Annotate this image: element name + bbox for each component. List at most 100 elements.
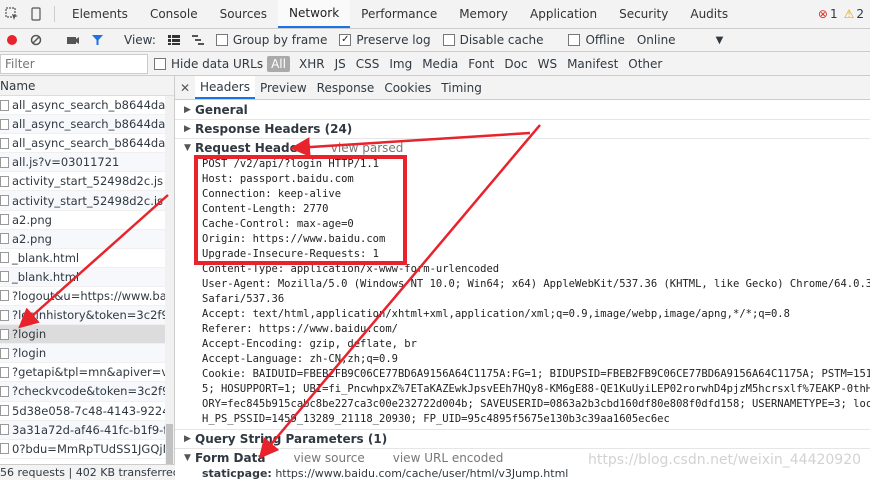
- scrollbar-thumb[interactable]: [166, 424, 173, 464]
- tab-console[interactable]: Console: [139, 0, 209, 28]
- response-headers-section[interactable]: ▶ Response Headers (24): [175, 119, 870, 138]
- tab-security[interactable]: Security: [608, 0, 679, 28]
- filter-type-js[interactable]: JS: [330, 57, 351, 71]
- triangle-down-icon: ▼: [184, 143, 191, 153]
- preserve-log-label: Preserve log: [356, 33, 431, 47]
- request-name: activity_start_52498d2c.js: [12, 174, 164, 189]
- response-headers-title: Response Headers (24): [195, 122, 353, 136]
- filter-type-img[interactable]: Img: [384, 57, 417, 71]
- request-row[interactable]: activity_start_52498d2c.js: [0, 191, 174, 211]
- view-parsed-link[interactable]: view parsed: [331, 141, 404, 155]
- filter-type-ws[interactable]: WS: [533, 57, 562, 71]
- request-row[interactable]: all_async_search_b8644da.js: [0, 96, 174, 116]
- network-toolbar: View: Group by frame ✓ Preserve log Disa…: [0, 29, 870, 52]
- query-string-section[interactable]: ▶ Query String Parameters (1): [175, 429, 870, 448]
- tab-elements[interactable]: Elements: [61, 0, 139, 28]
- filter-type-font[interactable]: Font: [463, 57, 499, 71]
- filter-type-all[interactable]: All: [267, 55, 290, 72]
- tab-timing[interactable]: Timing: [436, 76, 487, 99]
- request-row[interactable]: all.js?v=03011721: [0, 153, 174, 173]
- warning-icon: ⚠: [843, 7, 855, 21]
- tab-headers[interactable]: Headers: [195, 76, 255, 99]
- group-by-frame-checkbox[interactable]: Group by frame: [215, 33, 327, 47]
- request-row[interactable]: ?login: [0, 344, 174, 364]
- screenshot-camera-icon[interactable]: [61, 34, 85, 46]
- request-row[interactable]: _blank.html: [0, 249, 174, 268]
- request-name: ?getapi&tpl=mn&apiver=v3&: [12, 365, 174, 380]
- request-header-line: Accept-Encoding: gzip, deflate, br: [202, 338, 417, 350]
- filter-icon[interactable]: [85, 34, 109, 46]
- request-row[interactable]: all_async_search_b8644da.js: [0, 115, 174, 135]
- hide-data-urls-checkbox[interactable]: Hide data URLs: [154, 57, 263, 71]
- device-toolbar-icon[interactable]: [24, 0, 48, 28]
- view-url-encoded-link[interactable]: view URL encoded: [393, 451, 504, 465]
- form-data-value: https://www.baidu.com/cache/user/html/v3…: [275, 467, 569, 480]
- filter-type-manifest[interactable]: Manifest: [562, 57, 623, 71]
- request-name: _blank.html: [12, 250, 80, 265]
- tab-response[interactable]: Response: [312, 76, 380, 99]
- filter-type-other[interactable]: Other: [623, 57, 667, 71]
- request-header-line: ORY=fec845b915cabc8be227ca3c00e232722d00…: [202, 398, 870, 410]
- tab-audits[interactable]: Audits: [679, 0, 739, 28]
- request-row[interactable]: ?login: [0, 325, 174, 345]
- request-header-line: H_PS_PSSID=1459_13289_21118_20930; FP_UI…: [202, 413, 670, 425]
- file-icon: [0, 156, 9, 168]
- tab-performance[interactable]: Performance: [350, 0, 448, 28]
- filter-type-css[interactable]: CSS: [351, 57, 385, 71]
- filter-bar: Hide data URLs All XHR JS CSS Img Media …: [0, 52, 870, 76]
- general-section[interactable]: ▶ General: [175, 100, 870, 119]
- offline-checkbox[interactable]: Offline: [568, 33, 625, 47]
- record-icon[interactable]: [0, 34, 24, 46]
- form-data-title: Form Data: [195, 451, 266, 465]
- warning-count: 2: [856, 7, 864, 21]
- clear-icon[interactable]: [24, 34, 48, 46]
- tab-memory[interactable]: Memory: [448, 0, 519, 28]
- filter-type-xhr[interactable]: XHR: [294, 57, 330, 71]
- divider: [54, 6, 55, 22]
- request-row[interactable]: 0?bdu=MmRpTUdSS1JGQjNV...: [0, 440, 174, 459]
- request-name: activity_start_52498d2c.js: [12, 193, 164, 208]
- file-icon: [0, 175, 9, 187]
- request-row[interactable]: activity_start_52498d2c.js: [0, 172, 174, 192]
- filter-input[interactable]: [0, 53, 148, 74]
- waterfall-icon[interactable]: [186, 34, 210, 46]
- request-row[interactable]: ?logout&u=https://www.baidu: [0, 287, 174, 307]
- issue-badges[interactable]: ⊗ 1 ⚠ 2: [818, 0, 870, 28]
- dropdown-arrow-icon[interactable]: ▼: [716, 35, 724, 46]
- request-row[interactable]: ?loginhistory&token=3c2f957...: [0, 306, 174, 326]
- filter-type-doc[interactable]: Doc: [499, 57, 532, 71]
- request-row[interactable]: 3a31a72d-af46-41fc-b1f9-f3a1: [0, 420, 174, 440]
- request-name: 5d38e058-7c48-4143-9224-5a: [12, 403, 174, 418]
- close-icon[interactable]: ✕: [175, 76, 195, 99]
- triangle-right-icon: ▶: [184, 104, 191, 115]
- file-icon: [0, 405, 9, 417]
- checkbox-unchecked: [568, 34, 581, 46]
- request-row[interactable]: ?checkvcode&token=3c2f957...: [0, 382, 174, 402]
- tab-network[interactable]: Network: [278, 0, 351, 28]
- large-rows-icon[interactable]: [162, 34, 186, 46]
- filter-type-media[interactable]: Media: [417, 57, 463, 71]
- request-row[interactable]: _blank.html: [0, 267, 174, 287]
- tab-sources[interactable]: Sources: [209, 0, 278, 28]
- request-row[interactable]: 5d38e058-7c48-4143-9224-5a: [0, 402, 174, 421]
- error-count: 1: [829, 7, 838, 21]
- file-icon: [0, 347, 9, 359]
- view-source-link[interactable]: view source: [293, 451, 364, 465]
- checkbox-unchecked: [215, 34, 228, 46]
- request-name: 3a31a72d-af46-41fc-b1f9-f3a1: [12, 422, 174, 437]
- tab-application[interactable]: Application: [519, 0, 608, 28]
- request-row[interactable]: a2.png: [0, 211, 174, 230]
- tab-cookies[interactable]: Cookies: [379, 76, 436, 99]
- request-header-line: 5; HOSUPPORT=1; UBI=fi_PncwhpxZ%7ETaKAZE…: [202, 383, 870, 395]
- disable-cache-checkbox[interactable]: Disable cache: [442, 33, 543, 47]
- inspect-element-icon[interactable]: [0, 0, 24, 28]
- name-column-header[interactable]: Name: [0, 76, 174, 96]
- preserve-log-checkbox[interactable]: ✓ Preserve log: [339, 33, 431, 47]
- tab-preview[interactable]: Preview: [255, 76, 312, 99]
- throttling-select[interactable]: Online: [637, 33, 676, 47]
- request-row[interactable]: all_async_search_b8644da.js: [0, 134, 174, 154]
- request-row[interactable]: a2.png: [0, 229, 174, 249]
- form-data-row: staticpage: https://www.baidu.com/cache/…: [175, 467, 870, 480]
- request-row[interactable]: ?getapi&tpl=mn&apiver=v3&: [0, 363, 174, 383]
- request-list-scrollbar[interactable]: [165, 96, 174, 464]
